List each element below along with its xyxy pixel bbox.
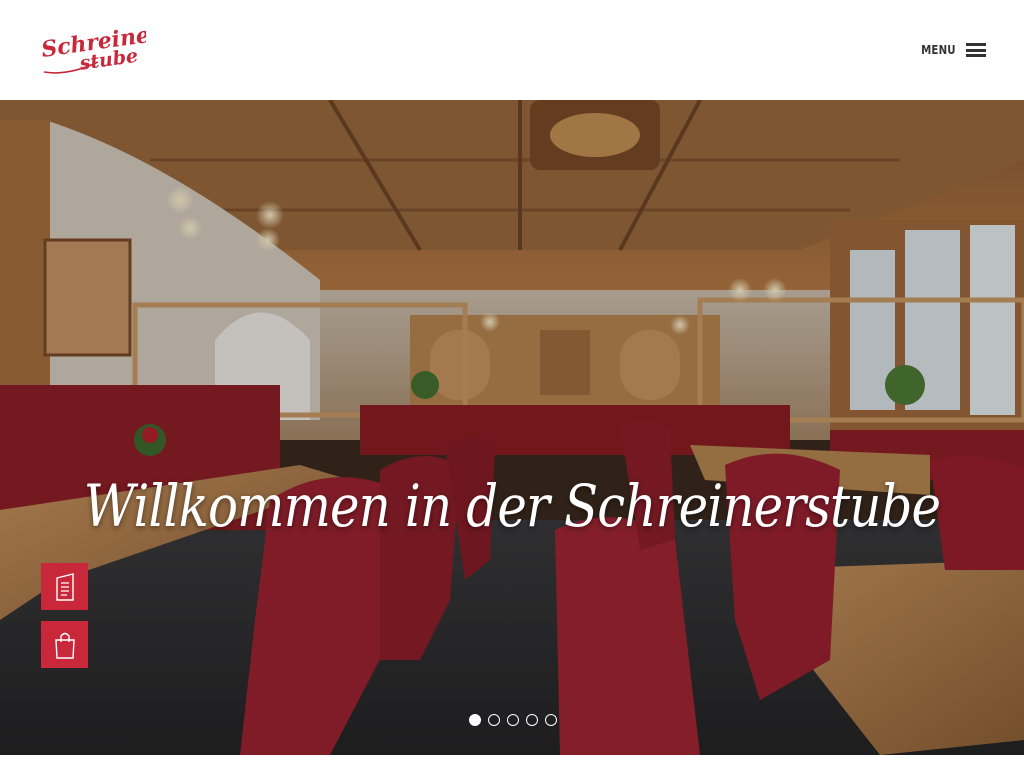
slider-pagination: [469, 714, 557, 726]
menu-card-icon: [55, 572, 74, 601]
logo[interactable]: Schreiner stube: [38, 22, 146, 78]
slide-dot-2[interactable]: [488, 714, 500, 726]
slide-dot-3[interactable]: [507, 714, 519, 726]
slide-dot-1[interactable]: [469, 714, 481, 726]
menu-button[interactable]: MENU: [915, 38, 986, 62]
slide-dot-4[interactable]: [526, 714, 538, 726]
hero-slider: Willkommen in der Schreinerstube: [0, 100, 1024, 755]
slide-dot-5[interactable]: [545, 714, 557, 726]
menu-card-button[interactable]: [41, 563, 88, 610]
page-content-start: [0, 755, 1024, 768]
shopping-bag-icon: [54, 632, 75, 659]
site-header: Schreiner stube MENU: [0, 0, 1024, 100]
menu-label: MENU: [921, 43, 956, 57]
hamburger-icon: [966, 43, 986, 57]
shop-button[interactable]: [41, 621, 88, 668]
hero-title: Willkommen in der Schreinerstube: [83, 472, 941, 540]
